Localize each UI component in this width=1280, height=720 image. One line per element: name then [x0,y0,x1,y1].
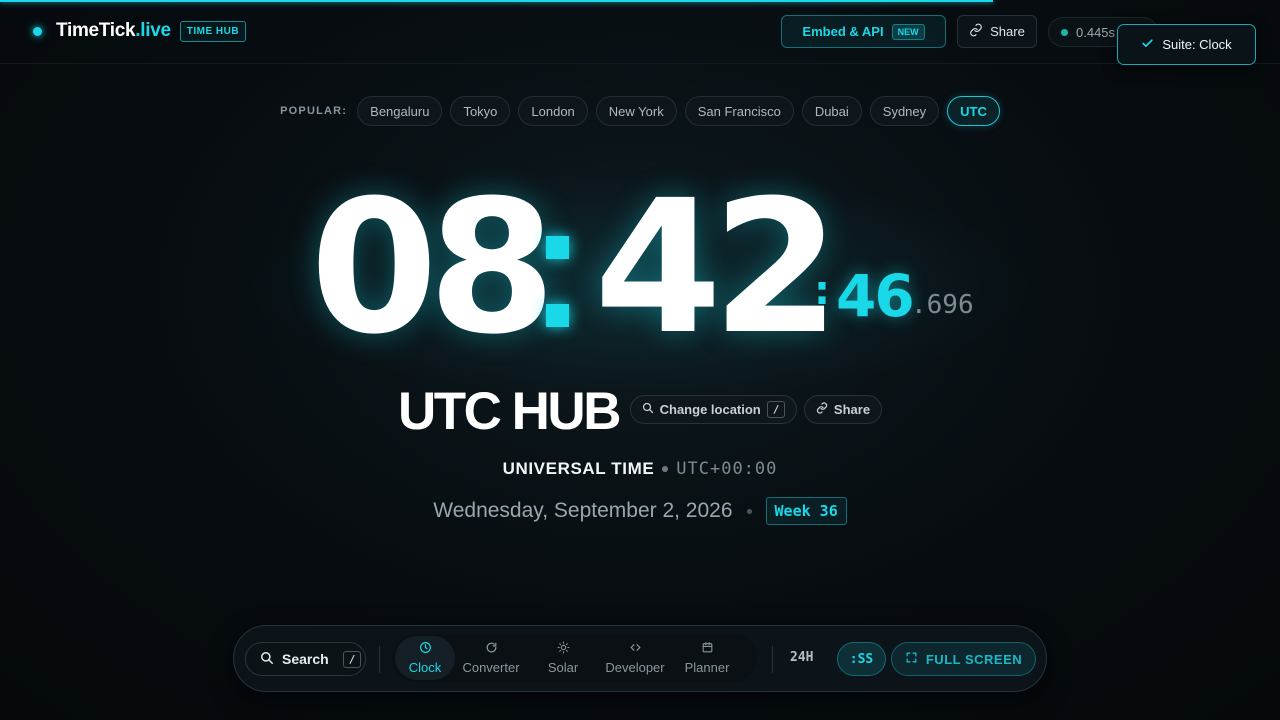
fullscreen-label: FULL SCREEN [925,651,1023,667]
dock-divider [772,646,773,673]
share-location-button[interactable]: Share [804,395,882,424]
change-location-button[interactable]: Change location / [630,395,797,424]
format-24h-toggle[interactable]: 24H [790,650,813,665]
shortcut-key: / [766,401,786,418]
separator-dot [746,508,752,514]
toast-label: Suite: Clock [1162,37,1232,52]
timezone-line: UNIVERSAL TIME UTC+00:00 [0,459,1280,479]
seconds-colon: : [814,268,830,314]
link-icon [816,402,828,417]
week-badge: Week 36 [765,497,847,525]
separator-dot [662,466,669,472]
timezone-offset: UTC+00:00 [676,459,778,479]
search-label: Search [282,651,329,667]
brand-tld: .live [135,20,171,41]
embed-api-button[interactable]: Embed & API NEW [781,15,946,48]
brand-badge: TIME HUB [179,20,247,42]
dock-search-button[interactable]: Search / [245,642,366,676]
change-location-label: Change location [659,402,761,417]
link-icon [969,23,983,40]
current-date: Wednesday, September 2, 2026 [433,499,733,522]
city-chip-tokyo[interactable]: Tokyo [450,96,511,126]
clock-minutes: 42 [594,161,840,375]
nav-solar-label: Solar [547,660,579,675]
search-icon [642,402,654,417]
live-dot-icon [33,26,42,36]
popular-cities: POPULAR: Bengaluru Tokyo London New York… [0,96,1280,126]
clock-icon [419,641,432,657]
calendar-icon [701,641,714,657]
nav-developer-label: Developer [605,660,665,675]
city-chip-sydney[interactable]: Sydney [869,96,940,126]
new-badge: NEW [891,23,925,40]
latency-value: 0.445s [1076,24,1116,40]
colon-dot-lower [546,304,569,327]
nav-solar[interactable]: Solar [527,636,599,680]
popular-label: POPULAR: [280,105,348,117]
suite-nav: Clock Converter Solar Developer Planner [392,634,757,682]
fullscreen-icon [905,651,918,667]
fullscreen-button[interactable]: FULL SCREEN [891,642,1036,676]
check-icon [1141,37,1154,53]
shortcut-key: / [342,650,362,668]
search-icon [260,651,274,668]
top-bar: TimeTick .live TIME HUB Embed & API NEW S… [0,0,1280,64]
suite-toast: Suite: Clock [1117,24,1256,65]
bottom-dock: Search / Clock Converter Solar Developer… [233,625,1047,692]
share-location-label: Share [833,402,871,417]
city-chip-san-francisco[interactable]: San Francisco [684,96,794,126]
nav-converter[interactable]: Converter [455,636,527,680]
clock-seconds: 46 [836,262,915,330]
share-label: Share [990,24,1025,39]
nav-developer[interactable]: Developer [599,636,671,680]
code-icon [629,641,642,657]
brand[interactable]: TimeTick .live TIME HUB [33,20,247,42]
brand-name: TimeTick [56,20,136,41]
nav-planner[interactable]: Planner [671,636,743,680]
city-chip-london[interactable]: London [518,96,588,126]
clock-milliseconds: .696 [911,290,974,320]
dock-divider [379,646,380,673]
embed-api-label: Embed & API [802,24,884,39]
city-chip-bengaluru[interactable]: Bengaluru [357,96,443,126]
colon-dot-upper [546,236,569,259]
sun-icon [557,641,570,657]
nav-clock[interactable]: Clock [395,636,455,680]
refresh-icon [485,641,498,657]
location-title: UTC HUB [398,382,621,441]
nav-clock-label: Clock [408,660,442,675]
share-button[interactable]: Share [957,15,1037,48]
seconds-toggle[interactable]: :SS [837,642,886,676]
status-dot-icon [1061,28,1068,36]
clock-hours: 08 [310,161,556,375]
nav-planner-label: Planner [684,660,730,675]
nav-converter-label: Converter [462,660,520,675]
date-line: Wednesday, September 2, 2026 Week 36 [0,497,1280,525]
city-chip-new-york[interactable]: New York [595,96,677,126]
city-chip-dubai[interactable]: Dubai [801,96,862,126]
city-chip-utc[interactable]: UTC [947,96,1000,126]
timezone-name: UNIVERSAL TIME [502,459,655,478]
